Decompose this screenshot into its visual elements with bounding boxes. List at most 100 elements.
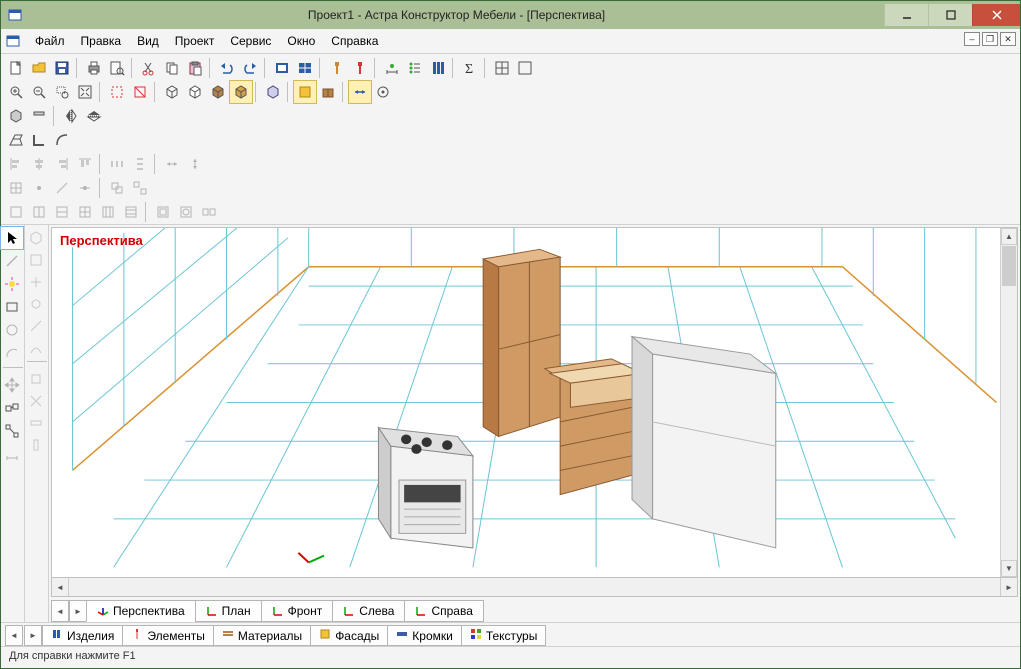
show-items-button[interactable] (294, 57, 316, 79)
view-tab-perspective[interactable]: Перспектива (86, 600, 196, 622)
snap-point-button[interactable] (28, 177, 50, 199)
dimensions-button[interactable] (381, 57, 403, 79)
section-3-button[interactable] (51, 201, 73, 223)
show-furniture-button[interactable] (317, 81, 339, 103)
align-left-button[interactable] (5, 153, 27, 175)
menu-window[interactable]: Окно (279, 31, 323, 51)
s2-btn-10[interactable] (25, 434, 47, 456)
save-button[interactable] (51, 57, 73, 79)
hardware-button[interactable] (326, 57, 348, 79)
mdi-restore-button[interactable]: ❐ (982, 32, 998, 46)
shaded-button[interactable] (207, 81, 229, 103)
bottom-tab-edges[interactable]: Кромки (387, 625, 462, 646)
ungroup-button[interactable] (129, 177, 151, 199)
hardware2-button[interactable] (349, 57, 371, 79)
add-panel-button[interactable] (28, 105, 50, 127)
show-room-button[interactable] (294, 81, 316, 103)
gap-v-button[interactable] (184, 153, 206, 175)
view-tab-front[interactable]: Фронт (261, 600, 334, 622)
light-tool-button[interactable] (1, 273, 23, 295)
s2-btn-6[interactable] (25, 337, 47, 359)
snap-grid-button[interactable] (5, 177, 27, 199)
undo-button[interactable] (216, 57, 238, 79)
section-6-button[interactable] (120, 201, 142, 223)
gap-h-button[interactable] (161, 153, 183, 175)
mdi-minimize-button[interactable]: ‒ (964, 32, 980, 46)
line-tool-button[interactable] (1, 250, 23, 272)
snap-edge-button[interactable] (51, 177, 73, 199)
titlebar[interactable]: Проект1 - Астра Конструктор Мебели - [Пе… (1, 1, 1020, 29)
mirror-h-button[interactable] (83, 105, 105, 127)
close-button[interactable] (972, 4, 1020, 26)
mdi-close-button[interactable]: ✕ (1000, 32, 1016, 46)
scroll-v-thumb[interactable] (1002, 246, 1016, 286)
move-tool-button[interactable] (1, 374, 23, 396)
dim-tool-button[interactable] (1, 443, 23, 465)
s2-btn-2[interactable] (25, 249, 47, 271)
arc-tool-button[interactable] (1, 342, 23, 364)
view-tab-plan[interactable]: План (195, 600, 262, 622)
menu-service[interactable]: Сервис (222, 31, 279, 51)
tree-button[interactable] (404, 57, 426, 79)
profile-button[interactable] (28, 129, 50, 151)
bottom-tab-elements[interactable]: Элементы (122, 625, 214, 646)
copy-button[interactable] (161, 57, 183, 79)
mirror-v-button[interactable] (60, 105, 82, 127)
zoom-window-button[interactable] (51, 81, 73, 103)
vertical-scrollbar[interactable]: ▲ ▼ (1000, 228, 1017, 577)
group-button[interactable] (106, 177, 128, 199)
section-8-button[interactable] (175, 201, 197, 223)
scroll-up-button[interactable]: ▲ (1001, 228, 1017, 245)
section-2-button[interactable] (28, 201, 50, 223)
bottom-tab-textures[interactable]: Текстуры (461, 625, 547, 646)
menu-project[interactable]: Проект (167, 31, 223, 51)
transparent-button[interactable] (262, 81, 284, 103)
curve-button[interactable] (51, 129, 73, 151)
view-tab-left[interactable]: Слева (332, 600, 405, 622)
scroll-right-button[interactable]: ► (1000, 578, 1017, 596)
print-preview-button[interactable] (106, 57, 128, 79)
print-button[interactable] (83, 57, 105, 79)
rect-tool-button[interactable] (1, 296, 23, 318)
select-tool-button[interactable] (1, 227, 23, 249)
section-7-button[interactable] (152, 201, 174, 223)
cut-button[interactable] (138, 57, 160, 79)
sum-button[interactable]: Σ (459, 57, 481, 79)
s2-btn-3[interactable] (25, 271, 47, 293)
s2-btn-7[interactable] (25, 368, 47, 390)
show-dimensions-button[interactable] (349, 81, 371, 103)
select-frame-button[interactable] (106, 81, 128, 103)
select-cross-button[interactable] (129, 81, 151, 103)
vtab-prev-button[interactable]: ◄ (51, 600, 69, 622)
btab-prev-button[interactable]: ◄ (5, 625, 23, 646)
wireframe-button[interactable] (161, 81, 183, 103)
maximize-button[interactable] (928, 4, 972, 26)
extrude-button[interactable] (5, 129, 27, 151)
s2-btn-5[interactable] (25, 315, 47, 337)
align-top-button[interactable] (74, 153, 96, 175)
menu-edit[interactable]: Правка (73, 31, 130, 51)
menu-view[interactable]: Вид (129, 31, 167, 51)
group-tool-button[interactable] (1, 397, 23, 419)
minimize-button[interactable] (884, 4, 928, 26)
snap-mid-button[interactable] (74, 177, 96, 199)
bottom-tab-products[interactable]: Изделия (42, 625, 123, 646)
textured-button[interactable] (230, 81, 252, 103)
section-5-button[interactable] (97, 201, 119, 223)
vtab-next-button[interactable]: ► (69, 600, 87, 622)
redo-button[interactable] (239, 57, 261, 79)
show-hardware-button[interactable] (372, 81, 394, 103)
align-right-button[interactable] (51, 153, 73, 175)
menu-help[interactable]: Справка (323, 31, 386, 51)
bom-button[interactable] (427, 57, 449, 79)
circle-tool-button[interactable] (1, 319, 23, 341)
btab-next-button[interactable]: ► (24, 625, 42, 646)
zoom-in-button[interactable] (5, 81, 27, 103)
s2-btn-9[interactable] (25, 412, 47, 434)
s2-btn-1[interactable] (25, 227, 47, 249)
add-box-button[interactable] (5, 105, 27, 127)
bottom-tab-facades[interactable]: Фасады (310, 625, 388, 646)
new-button[interactable] (5, 57, 27, 79)
views-layout-button[interactable] (491, 57, 513, 79)
viewport-3d[interactable]: Перспектива (51, 227, 1018, 578)
